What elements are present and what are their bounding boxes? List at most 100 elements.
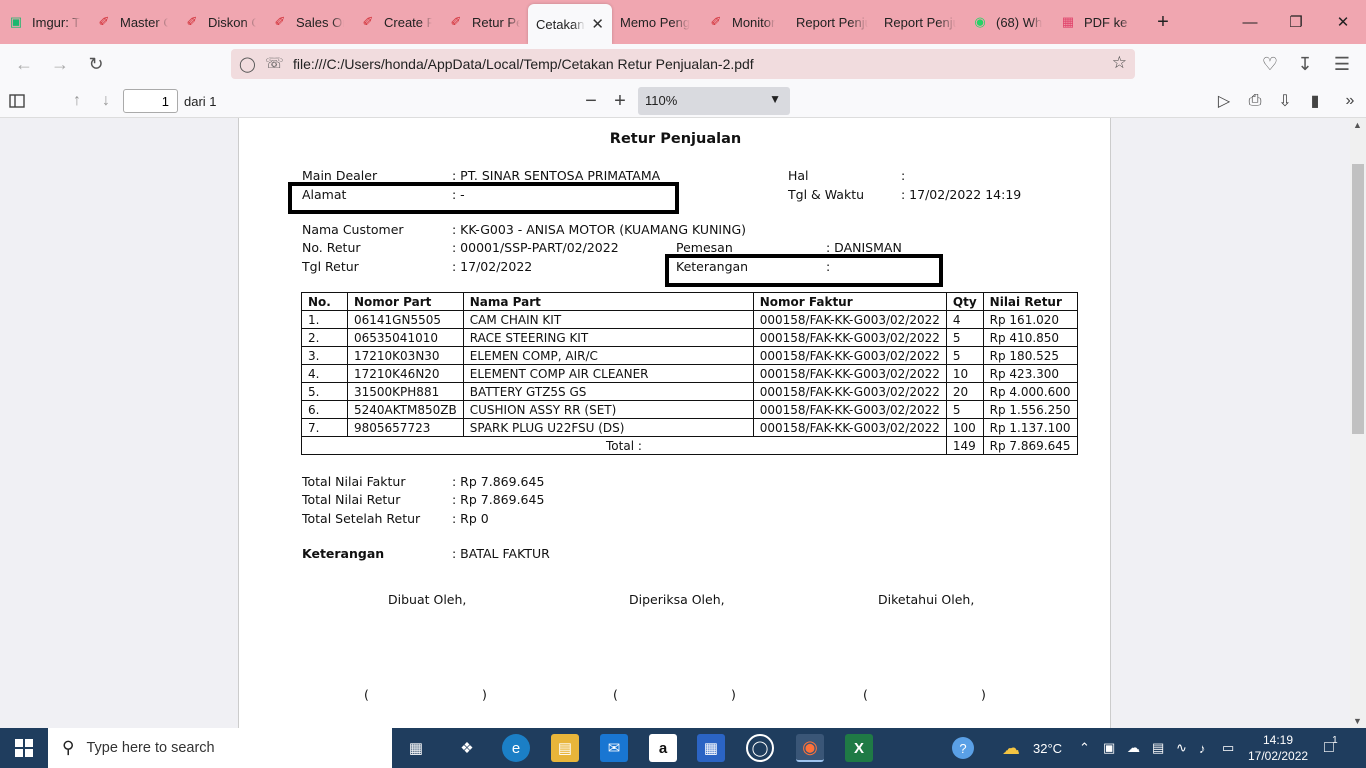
tgl-waktu-value: : 17/02/2022 14:19	[901, 187, 1022, 202]
table-cell: 000158/FAK-KK-G003/02/2022	[752, 418, 947, 437]
vertical-scrollbar[interactable]: ▲ ▼	[1350, 118, 1366, 728]
menu-icon[interactable]: ☰	[1328, 50, 1356, 78]
total-nilai-retur-label: Total Nilai Retur	[302, 492, 401, 507]
tab-0[interactable]: ▣ Imgur: Th	[0, 0, 88, 44]
mail-icon[interactable]: ✉	[600, 734, 628, 762]
app-icon[interactable]: ◯	[746, 734, 774, 762]
file-explorer-icon[interactable]: ▤	[551, 734, 579, 762]
tab-6[interactable]: Cetakan R ✕	[528, 4, 612, 44]
table-cell: 6.	[301, 400, 348, 419]
previous-page-icon[interactable]: ↑	[65, 89, 89, 113]
tab-3[interactable]: ✐ Sales Ord	[264, 0, 352, 44]
bookmark-star-icon[interactable]: ☆	[1112, 53, 1127, 73]
table-cell: Rp 410.850	[982, 328, 1078, 347]
total-row: Total : 149 Rp 7.869.645	[301, 436, 1078, 455]
table-cell: 000158/FAK-KK-G003/02/2022	[752, 310, 947, 329]
start-button[interactable]	[0, 728, 48, 768]
download-icon[interactable]: ↧	[1291, 50, 1319, 78]
taskbar-search[interactable]: ⚲ Type here to search	[48, 728, 392, 768]
close-window-button[interactable]: ✕	[1320, 0, 1366, 44]
total-setelah-retur-label: Total Setelah Retur	[302, 511, 421, 526]
notification-center-icon[interactable]: □ 1	[1324, 728, 1338, 768]
url-bar[interactable]: ◯ ☏ file:///C:/Users/honda/AppData/Local…	[231, 49, 1135, 79]
tab-label: Master C	[120, 14, 168, 30]
tab-11[interactable]: ◉ (68) Wh	[964, 0, 1052, 44]
table-cell: Rp 180.525	[982, 346, 1078, 365]
save-icon[interactable]: ⇩	[1273, 89, 1297, 113]
task-view-icon[interactable]: ▦	[402, 734, 430, 762]
bookmark-icon[interactable]: ▮	[1303, 89, 1327, 113]
pdf-viewer[interactable]: Retur Penjualan Main Dealer : PT. SINAR …	[0, 118, 1366, 728]
no-retur-value: : 00001/SSP-PART/02/2022	[452, 240, 619, 255]
wifi-icon[interactable]: ∿	[1176, 728, 1187, 768]
tab-8[interactable]: ✐ Monitor	[700, 0, 788, 44]
excel-icon[interactable]: X	[845, 734, 873, 762]
tab-label: Report Penju	[796, 14, 868, 30]
scroll-up-icon[interactable]: ▲	[1353, 120, 1362, 130]
table-row: 1. 06141GN5505 CAM CHAIN KIT 000158/FAK-KK-…	[301, 310, 1078, 329]
next-page-icon[interactable]: ↓	[94, 89, 118, 113]
weather-icon[interactable]: ☁	[1002, 728, 1020, 768]
table-cell: 3.	[301, 346, 348, 365]
table-cell: ELEMENT COMP AIR CLEANER	[462, 364, 754, 383]
weather-temperature[interactable]: 32°C	[1033, 728, 1062, 768]
new-tab-button[interactable]: +	[1148, 7, 1178, 37]
table-cell: 2.	[301, 328, 348, 347]
reload-button[interactable]: ↻	[82, 50, 110, 78]
presentation-mode-icon[interactable]: ▷	[1212, 89, 1236, 113]
amazon-icon[interactable]: a	[649, 734, 677, 762]
tab-label: Imgur: Th	[32, 14, 80, 30]
tab-1[interactable]: ✐ Master C	[88, 0, 176, 44]
minimize-button[interactable]: —	[1227, 0, 1273, 44]
pdf-tool-icon: ▦	[1061, 14, 1075, 29]
print-icon[interactable]: ⎙	[1243, 89, 1267, 113]
vpn-icon[interactable]: ☁	[1127, 728, 1140, 768]
tab-5[interactable]: ✐ Retur Pe	[440, 0, 528, 44]
device-icon[interactable]: ▣	[1103, 728, 1115, 768]
tab-label: Retur Pe	[472, 14, 520, 30]
tools-menu-icon[interactable]: »	[1338, 89, 1362, 113]
tab-label: Create F	[384, 14, 432, 30]
table-cell: Rp 161.020	[982, 310, 1078, 329]
dropbox-icon[interactable]: ❖	[453, 734, 481, 762]
forward-button[interactable]: →	[46, 50, 74, 78]
tab-label: Sales Ord	[296, 14, 344, 30]
tgl-retur-value: : 17/02/2022	[452, 259, 533, 274]
tab-12[interactable]: ▦ PDF ke K	[1052, 0, 1140, 44]
help-icon[interactable]: ?	[952, 728, 974, 768]
firefox-icon[interactable]: ◉	[796, 734, 824, 762]
back-button[interactable]: ←	[10, 50, 38, 78]
taskbar: ⚲ Type here to search ▦ ❖ e ▤ ✉ a ▦ ◯ ◉ …	[0, 728, 1366, 768]
tab-9[interactable]: Report Penju	[788, 0, 876, 44]
zoom-select[interactable]: 110% ▼	[638, 87, 790, 115]
pocket-icon[interactable]: ♡	[1256, 50, 1284, 78]
clock-time: 14:19	[1262, 733, 1294, 747]
total-nilai-retur-value: : Rp 7.869.645	[452, 492, 545, 507]
zoom-in-icon[interactable]: +	[608, 89, 632, 113]
tab-10[interactable]: Report Penju	[876, 0, 964, 44]
battery-icon[interactable]: ▭	[1222, 728, 1234, 768]
table-cell: 1.	[301, 310, 348, 329]
tab-7[interactable]: Memo Peng	[612, 0, 700, 44]
zoom-out-icon[interactable]: −	[579, 89, 603, 113]
scrollbar-thumb[interactable]	[1352, 164, 1364, 434]
table-header-row: No. Nomor Part Nama Part Nomor Faktur Qt…	[301, 292, 1078, 311]
tab-2[interactable]: ✐ Diskon C	[176, 0, 264, 44]
scroll-down-icon[interactable]: ▼	[1353, 716, 1362, 726]
volume-icon[interactable]: ♪	[1199, 728, 1206, 768]
page-number-input[interactable]: 1	[123, 89, 178, 113]
page-info-icon[interactable]: ☏	[265, 54, 284, 72]
cast-icon[interactable]: ▤	[1152, 728, 1164, 768]
shield-icon[interactable]: ◯	[239, 55, 256, 73]
edge-icon[interactable]: e	[502, 734, 530, 762]
chevron-up-icon[interactable]: ⌃	[1079, 728, 1090, 768]
table-cell: Rp 1.556.250	[982, 400, 1078, 419]
system-clock[interactable]: 14:19 17/02/2022	[1248, 732, 1308, 764]
signature-paren-open: (	[613, 687, 618, 702]
store-icon[interactable]: ▦	[697, 734, 725, 762]
whatsapp-icon: ◉	[974, 14, 986, 29]
close-tab-icon[interactable]: ✕	[591, 15, 604, 33]
restore-button[interactable]: ❐	[1273, 0, 1319, 44]
tab-4[interactable]: ✐ Create F	[352, 0, 440, 44]
sidebar-toggle-icon[interactable]	[5, 89, 29, 113]
